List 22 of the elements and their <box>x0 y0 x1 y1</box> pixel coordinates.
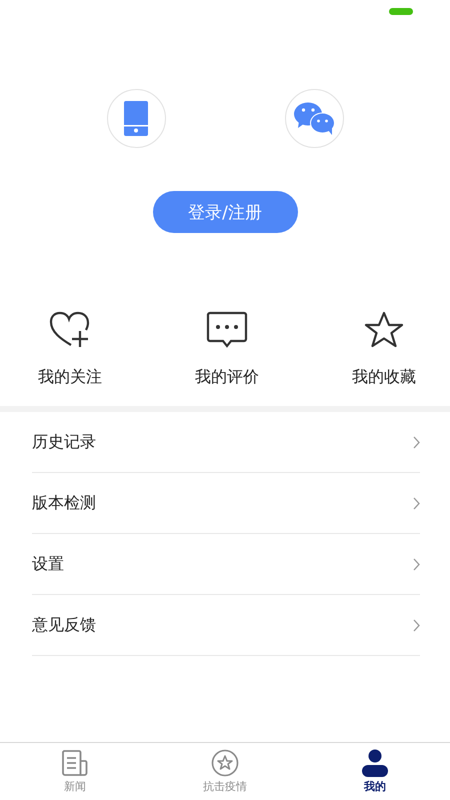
menu-item[interactable]: 意见反馈 <box>32 595 420 656</box>
shortcut-label[interactable]: 我的关注 <box>38 367 102 388</box>
star-circle-icon <box>211 749 239 777</box>
shortcut-label[interactable]: 我的收藏 <box>352 367 416 388</box>
chevron-right-icon <box>413 558 420 570</box>
person-icon <box>361 749 389 777</box>
shortcut-label[interactable]: 我的评价 <box>195 367 259 388</box>
menu-item[interactable]: 设置 <box>32 534 420 595</box>
newspaper-icon <box>61 749 89 777</box>
battery-icon <box>389 8 413 15</box>
comment-icon <box>206 311 248 349</box>
heart-plus-icon <box>49 311 91 349</box>
chat-bubbles-icon <box>294 102 334 135</box>
chevron-right-icon <box>413 436 420 448</box>
chevron-right-icon <box>413 496 420 510</box>
menu-item[interactable]: 版本检测 <box>32 473 420 534</box>
tab[interactable]: 我的 <box>300 743 450 800</box>
chevron-right-icon <box>413 618 420 632</box>
menu-item[interactable]: 历史记录 <box>32 412 420 473</box>
phone-icon <box>124 101 148 136</box>
star-icon <box>363 311 405 349</box>
tab[interactable]: 新闻 <box>0 743 150 800</box>
